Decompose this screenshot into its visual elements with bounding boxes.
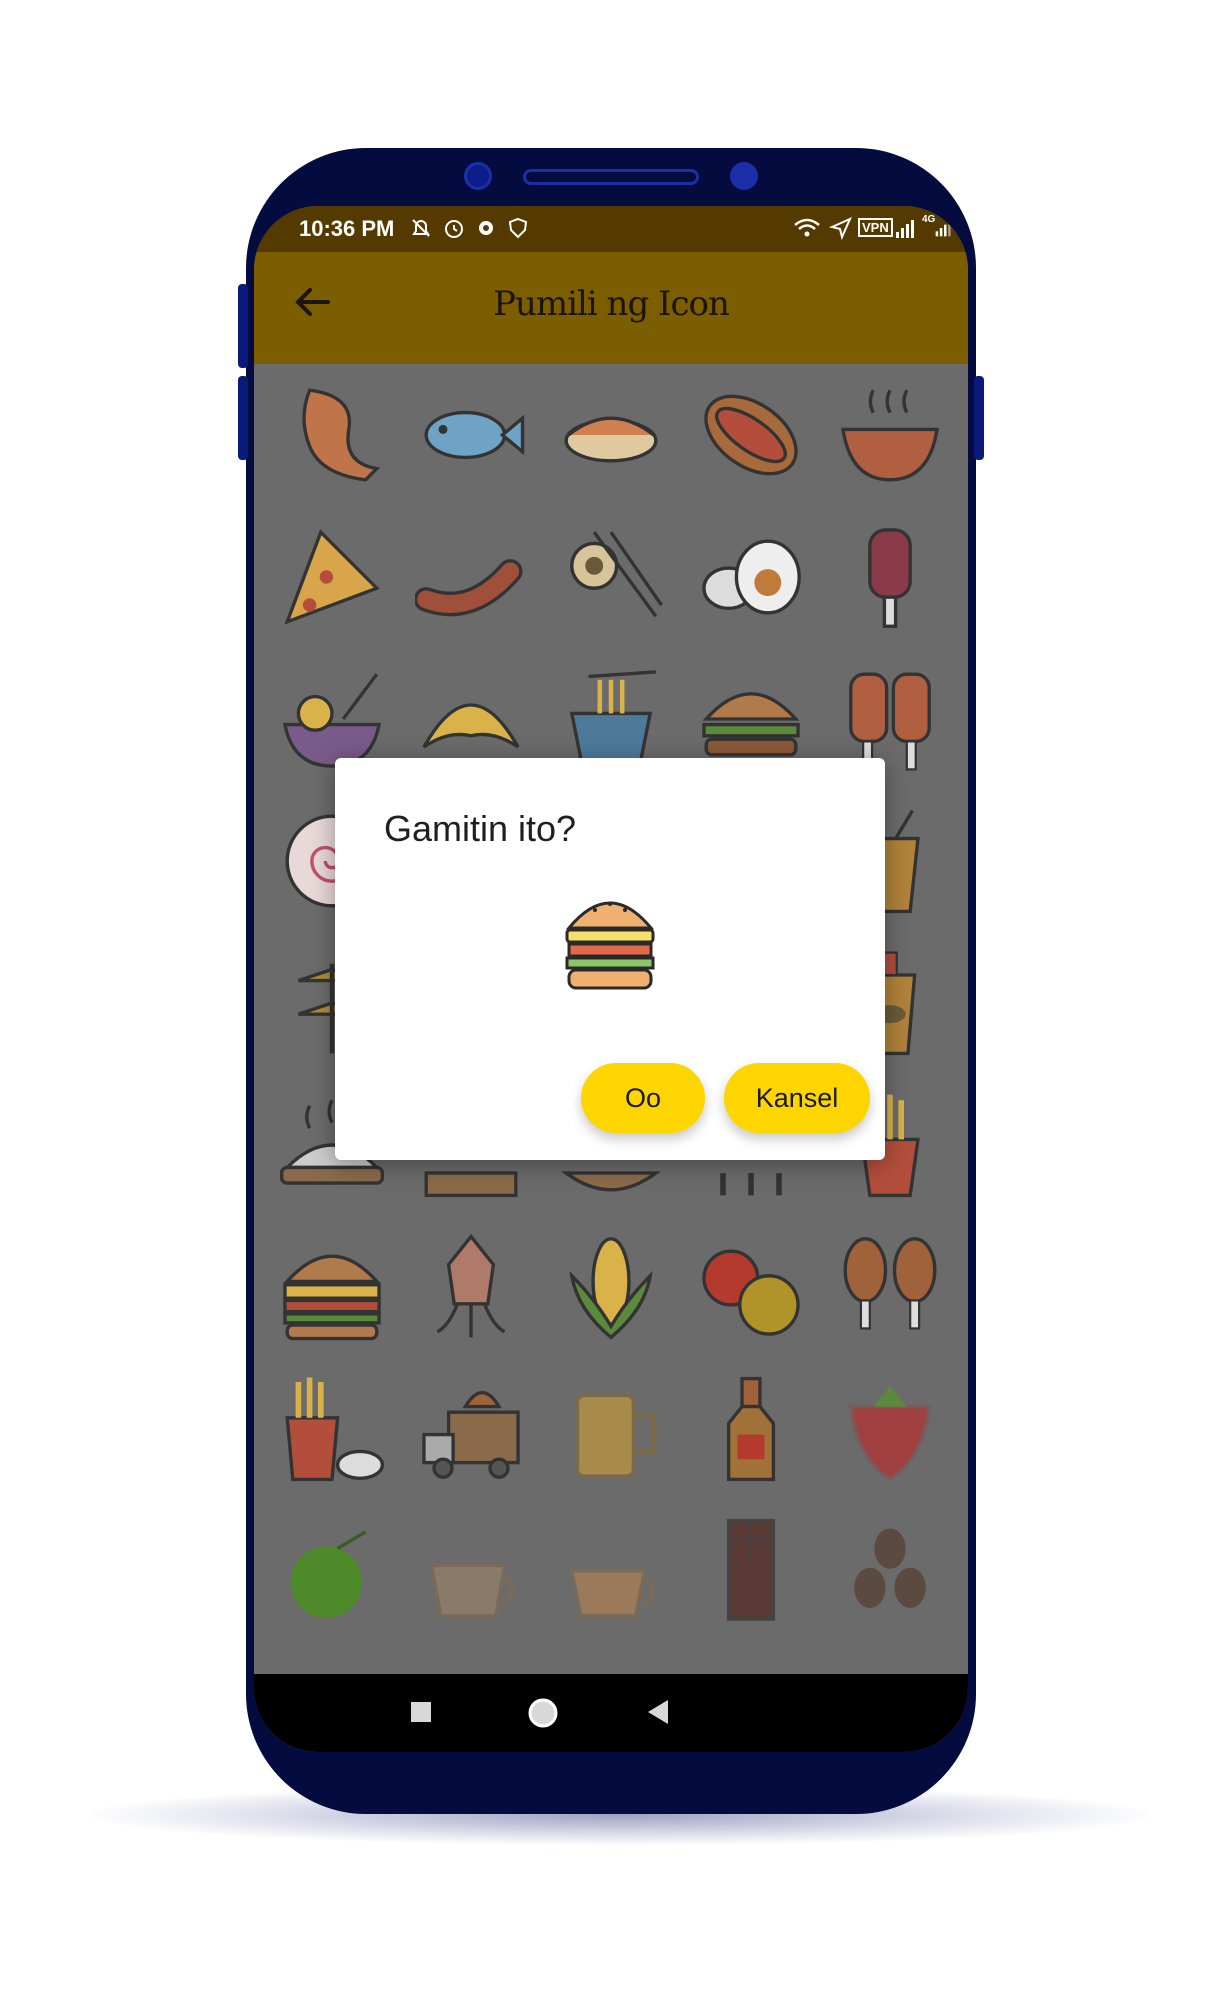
back-triangle-icon <box>648 1700 668 1724</box>
navigation-bar <box>254 1674 968 1752</box>
food-truck-icon <box>422 1390 521 1479</box>
bowl-icon <box>841 389 940 482</box>
fish-icon <box>424 410 525 460</box>
icon-cell[interactable] <box>262 506 402 648</box>
icon-cell[interactable] <box>820 1216 960 1358</box>
corn-icon <box>569 1237 653 1340</box>
icon-cell[interactable] <box>541 1358 681 1500</box>
signal-icon <box>896 220 914 238</box>
chicken-legs-icon <box>843 1237 937 1330</box>
status-bar: 10:36 PM VPN 4G 28 <box>254 206 968 252</box>
icon-cell[interactable] <box>681 506 821 648</box>
icon-cell[interactable] <box>262 1500 402 1642</box>
back-nav-button[interactable] <box>646 1698 670 1731</box>
coconut-icon <box>290 1530 367 1619</box>
front-camera <box>464 162 492 190</box>
strawberry-icon <box>849 1386 932 1482</box>
status-time: 10:36 PM <box>299 216 395 241</box>
icon-cell[interactable] <box>820 506 960 648</box>
tea-cup-icon <box>569 1569 655 1618</box>
vpn-badge: VPN <box>858 218 893 237</box>
pizza-icon <box>284 529 380 625</box>
signal-icon-2 <box>935 221 951 237</box>
mute-bell-icon <box>412 219 430 237</box>
popsicle-icon <box>868 528 913 628</box>
hotdog-icon <box>703 394 798 476</box>
icon-cell[interactable] <box>681 1358 821 1500</box>
icon-cell[interactable] <box>541 1500 681 1642</box>
icon-cell[interactable] <box>681 364 821 506</box>
icon-cell[interactable] <box>402 506 542 648</box>
power-button <box>974 376 984 460</box>
dialog-title: Gamitin ito? <box>384 808 577 849</box>
shield-icon <box>508 217 528 239</box>
side-button-mid <box>238 376 248 460</box>
icon-cell[interactable] <box>820 364 960 506</box>
icon-cell[interactable] <box>262 1358 402 1500</box>
beer-mug-icon <box>575 1393 657 1478</box>
chocolate-bar-icon <box>726 1518 775 1621</box>
settings-gear-icon <box>479 221 493 235</box>
icon-cell[interactable] <box>541 506 681 648</box>
sushi-roll-icon <box>570 531 663 618</box>
icon-cell[interactable] <box>262 364 402 506</box>
battery-icon: 28 <box>959 218 968 238</box>
fruits-icon <box>701 1249 800 1336</box>
icon-cell[interactable] <box>681 1500 821 1642</box>
page-title: Pumili ng Icon <box>493 284 730 324</box>
icon-cell[interactable] <box>820 1500 960 1642</box>
confirm-dialog: Gamitin ito? Oo Kansel <box>335 758 885 1160</box>
confirm-button[interactable]: Oo <box>581 1063 705 1133</box>
icon-cell[interactable] <box>402 1500 542 1642</box>
wifi-icon <box>794 218 820 237</box>
side-button-top <box>238 284 248 368</box>
recents-square-icon[interactable] <box>411 1702 431 1722</box>
icon-cell[interactable] <box>541 364 681 506</box>
icon-cell[interactable] <box>402 364 542 506</box>
cancel-button[interactable]: Kansel <box>724 1063 870 1133</box>
icon-cell[interactable] <box>402 1216 542 1358</box>
coffee-beans-icon <box>854 1528 927 1608</box>
icon-cell[interactable] <box>402 1358 542 1500</box>
icon-cell[interactable] <box>541 1216 681 1358</box>
app-bar: Pumili ng Icon <box>254 252 968 364</box>
eggs-icon <box>701 539 801 615</box>
sushi-icon <box>564 416 658 463</box>
fries-icon <box>285 1377 384 1482</box>
location-arrow-icon <box>829 217 852 240</box>
earpiece-speaker <box>523 169 699 185</box>
alarm-icon <box>445 220 463 238</box>
home-circle-icon <box>528 1698 558 1728</box>
icon-cell[interactable] <box>820 1358 960 1500</box>
sausage-icon <box>415 559 523 617</box>
icon-cell[interactable] <box>262 1216 402 1358</box>
icon-cell[interactable] <box>681 1216 821 1358</box>
squid-icon <box>436 1233 506 1338</box>
burger-large-icon <box>283 1254 381 1341</box>
coffee-cup-icon <box>430 1563 516 1618</box>
home-button[interactable] <box>526 1696 560 1730</box>
burger-icon <box>565 901 655 990</box>
sensor <box>730 162 758 190</box>
shrimp-icon <box>302 388 381 482</box>
sauce-bottle-icon <box>726 1376 775 1482</box>
